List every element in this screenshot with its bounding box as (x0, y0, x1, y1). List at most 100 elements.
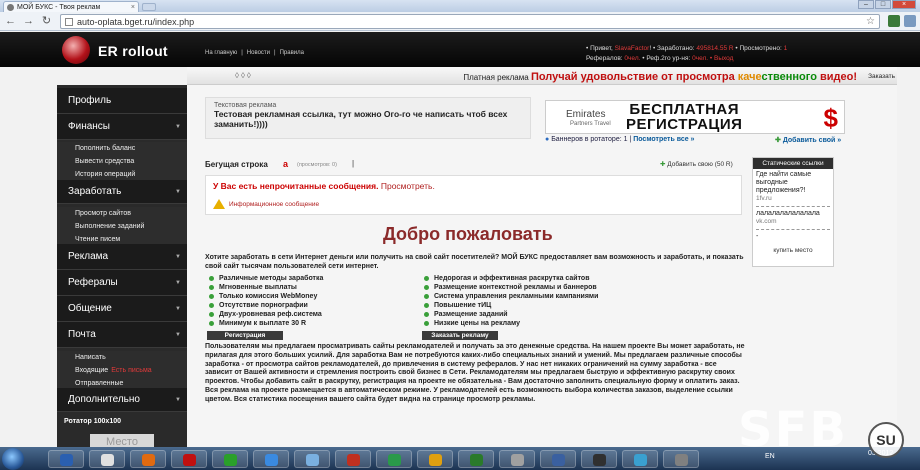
nav-rules-link[interactable]: Правила (280, 50, 304, 56)
taskbar-app-button[interactable] (335, 450, 371, 468)
sidebar-item-topup[interactable]: Пополнить баланс (57, 142, 187, 155)
new-tab-button[interactable] (142, 3, 156, 11)
taskbar-app-button[interactable] (663, 450, 699, 468)
start-button[interactable] (2, 448, 24, 470)
text-ad-link[interactable]: Тестовая рекламная ссылка, тут можно Ого… (214, 109, 522, 129)
taskbar-app-button[interactable] (130, 450, 166, 468)
static-link-1[interactable]: Где найти самые выгодные предложения?! 1f… (753, 169, 833, 205)
taskbar-app-button[interactable] (499, 450, 535, 468)
static-link-title: Где найти самые выгодные предложения?! (756, 171, 812, 194)
reload-icon[interactable]: ↻ (40, 15, 53, 28)
banner-brand: Emirates (566, 109, 606, 120)
banner-ad[interactable]: Emirates Partners Travel БЕСПЛАТНАЯ РЕГИС… (545, 100, 845, 134)
chevron-down-icon: ▼ (175, 253, 181, 260)
sidebar-refs-label: Рефералы (68, 277, 118, 288)
add-banner-link[interactable]: ✚ Добавить свой » (775, 136, 841, 144)
feature-text: Минимум к выплате 30 R (219, 320, 307, 327)
sidebar-item-inbox[interactable]: Входящие Есть письма (57, 364, 187, 377)
nav-news-link[interactable]: Новости (247, 50, 270, 56)
sidebar-profile[interactable]: Профиль (57, 88, 187, 114)
ticker-t1: Получай удовольствие от просмотра (530, 71, 738, 83)
sidebar-ads[interactable]: Реклама ▼ (57, 244, 187, 270)
sidebar-more-label: Дополнительно (68, 394, 140, 405)
sidebar-earn[interactable]: Заработать ▼ (57, 180, 187, 204)
order-ad-button[interactable]: Заказать рекламу (422, 331, 498, 340)
taskbar-app-button[interactable] (417, 450, 453, 468)
bullet-icon (209, 303, 214, 308)
taskbar-app-button[interactable] (622, 450, 658, 468)
sidebar-item-tasks[interactable]: Выполнение заданий (57, 220, 187, 233)
banner-stat-label: Баннеров в ротаторе: 1 | (551, 136, 632, 143)
feature-item: Повышение тИЦ (424, 302, 491, 309)
sidebar-more[interactable]: Дополнительно ▼ (57, 388, 187, 412)
ticker-order-link[interactable]: Заказать (868, 73, 895, 80)
running-line-label: Бегущая строка (205, 160, 268, 169)
sidebar-item-write[interactable]: Написать (57, 351, 187, 364)
feature-item: Недорогая и эффективная раскрутка сайтов (424, 275, 590, 282)
sidebar-item-view-sites[interactable]: Просмотр сайтов (57, 207, 187, 220)
minimize-button[interactable]: – (858, 0, 874, 9)
static-links-box: Статические ссылки Где найти самые выгод… (752, 157, 834, 267)
taskbar-app-button[interactable] (253, 450, 289, 468)
browser-tab[interactable]: МОЙ БУКС - Твоя реклам × (3, 1, 139, 12)
feature-text: Низкие цены на рекламу (434, 320, 520, 327)
view-messages-link[interactable]: Просмотреть. (381, 181, 435, 191)
bullet-icon (424, 321, 429, 326)
static-link-2[interactable]: лалалалалалалала vk.com (753, 208, 833, 228)
taskbar-app-button[interactable] (581, 450, 617, 468)
buy-place-link[interactable]: купить место (753, 247, 833, 254)
wrench-icon[interactable] (904, 15, 916, 27)
taskbar-app-button[interactable] (540, 450, 576, 468)
sidebar-refs[interactable]: Рефералы ▼ (57, 270, 187, 296)
feature-item: Минимум к выплате 30 R (209, 320, 306, 327)
close-tab-icon[interactable]: × (131, 4, 135, 11)
taskbar-app-button[interactable] (212, 450, 248, 468)
nav-home-link[interactable]: На главную (205, 50, 237, 56)
extension-icon[interactable] (888, 15, 900, 27)
sidebar-finance[interactable]: Финансы ▼ (57, 114, 187, 140)
app-icon (593, 454, 606, 466)
running-line-link[interactable]: a (283, 159, 288, 169)
url-input[interactable]: auto-oplata.bget.ru/index.php ☆ (60, 14, 880, 29)
view-all-banners-link[interactable]: Посмотреть все » (633, 136, 694, 143)
app-icon (511, 454, 524, 466)
taskbar-app-button[interactable] (89, 450, 125, 468)
register-button[interactable]: Регистрация (207, 331, 283, 340)
sidebar-earn-label: Заработать (68, 186, 122, 197)
feature-item: Низкие цены на рекламу (424, 320, 520, 327)
close-window-button[interactable]: × (892, 0, 916, 9)
add-running-line-link[interactable]: ✚ Добавить свою (50 R) (660, 160, 733, 168)
ref2-label: • Реф.2го ур-ня: (642, 55, 691, 62)
logout-link[interactable]: • Выход (710, 55, 734, 62)
divider (756, 206, 830, 207)
banner-stats: ● Баннеров в ротаторе: 1 | Посмотреть вс… (545, 136, 694, 143)
bookmark-star-icon[interactable]: ☆ (866, 16, 875, 27)
username-link[interactable]: SlavaFactor (615, 45, 650, 52)
ticker-text[interactable]: Платная реклама Получай удовольствие от … (463, 71, 857, 83)
sidebar-ads-label: Реклама (68, 251, 109, 262)
sidebar-item-withdraw[interactable]: Вывести средства (57, 155, 187, 168)
sidebar-chat[interactable]: Общение ▼ (57, 296, 187, 322)
app-icon (470, 454, 483, 466)
ticker-dots: ◊◊◊ (235, 71, 253, 80)
running-line-separator: | (352, 159, 355, 168)
maximize-button[interactable]: □ (875, 0, 891, 9)
welcome-title: Добро пожаловать (383, 224, 553, 244)
taskbar-app-button[interactable] (376, 450, 412, 468)
back-icon[interactable]: ← (4, 15, 17, 28)
url-text: auto-oplata.bget.ru/index.php (77, 16, 195, 27)
taskbar-app-button[interactable] (294, 450, 330, 468)
sidebar-mail-label: Почта (68, 329, 96, 340)
banner-headline: БЕСПЛАТНАЯ РЕГИСТРАЦИЯ (626, 102, 742, 132)
taskbar-app-button[interactable] (48, 450, 84, 468)
site-logo[interactable]: ER rollout (60, 36, 186, 64)
unread-notice: У Вас есть непрочитанные сообщения. Прос… (213, 181, 734, 191)
static-link-url: 1fv.ru (756, 195, 772, 202)
taskbar-app-button[interactable] (171, 450, 207, 468)
taskbar-app-button[interactable] (458, 450, 494, 468)
sidebar-mail[interactable]: Почта ▼ (57, 322, 187, 348)
welcome-paragraph: Пользователям мы предлагаем просматриват… (205, 343, 745, 403)
info-message-text: Информационное сообщение (229, 200, 320, 208)
forward-icon[interactable]: → (22, 15, 35, 28)
earned-label: • Заработано: (652, 45, 695, 52)
